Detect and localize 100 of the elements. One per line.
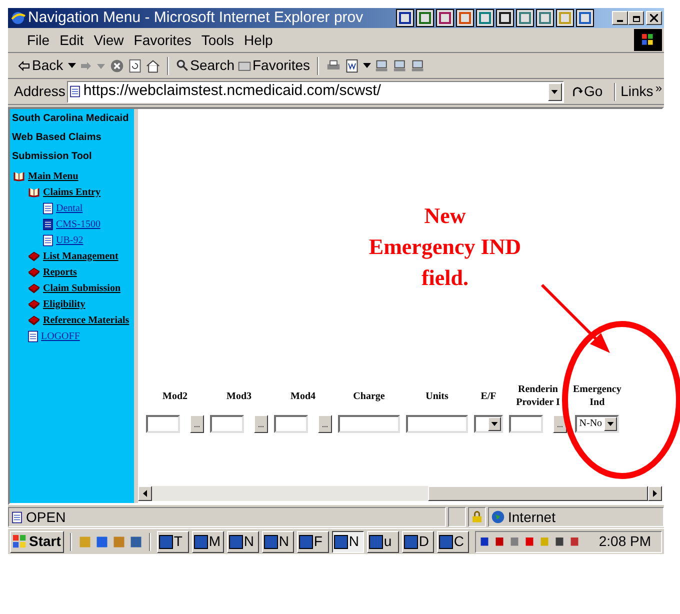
back-arrow-icon [18, 60, 30, 70]
computer-icon [375, 58, 390, 72]
menu-item[interactable]: Help [239, 30, 278, 50]
menu-item[interactable]: Edit [54, 30, 89, 50]
restore-button[interactable] [628, 11, 644, 25]
tree-link[interactable]: CMS-1500 [56, 216, 100, 232]
taskbar-button[interactable]: N [262, 530, 294, 552]
lookup-button[interactable]: ... [318, 415, 332, 433]
app-icon[interactable] [556, 9, 574, 27]
folder-icon [238, 59, 252, 72]
menu-item[interactable]: Favorites [128, 30, 196, 50]
sidebar-heading: Submission Tool [12, 150, 93, 164]
minimize-button[interactable] [612, 11, 628, 25]
text-field[interactable] [509, 415, 543, 433]
tree-link[interactable]: List Management [43, 248, 118, 264]
scroll-left-icon[interactable] [138, 486, 152, 501]
taskbar-button[interactable]: u [366, 530, 399, 552]
column-heading: Renderin Provider I [516, 383, 560, 410]
app-icon[interactable] [476, 9, 494, 27]
tree-link[interactable]: Claims Entry [43, 184, 100, 200]
select-field[interactable]: N-No [575, 415, 620, 433]
links-button[interactable]: Links [620, 81, 654, 102]
book-icon [27, 282, 41, 294]
column-heading: Units [426, 390, 448, 404]
menu-item[interactable]: Tools [196, 30, 240, 50]
open-book-icon [27, 186, 41, 198]
refresh-icon [128, 58, 142, 72]
book-icon [27, 298, 41, 310]
go-button[interactable]: Go [566, 81, 609, 102]
close-button[interactable] [646, 11, 662, 25]
home-icon [146, 58, 160, 72]
text-field[interactable] [210, 415, 244, 433]
page-icon [11, 510, 23, 524]
text-field[interactable] [274, 415, 308, 433]
open-book-icon [12, 170, 26, 182]
app-icon[interactable] [536, 9, 554, 27]
app-icon[interactable] [456, 9, 474, 27]
tree-link[interactable]: Reports [43, 264, 77, 280]
caret-icon [68, 63, 76, 68]
document-icon [345, 58, 360, 72]
taskbar-button[interactable]: C [436, 530, 469, 552]
column-heading: Emergency Ind [573, 383, 622, 410]
text-field[interactable] [146, 415, 180, 433]
app-icon[interactable] [416, 9, 434, 27]
page-icon [27, 330, 39, 342]
taskbar-button[interactable]: F [296, 530, 329, 552]
book-icon [27, 250, 41, 262]
quick-launch-icon [94, 534, 109, 548]
taskbar-button[interactable]: N [332, 530, 364, 552]
scroll-right-icon[interactable] [648, 486, 662, 501]
sidebar-heading: Web Based Claims [12, 131, 102, 145]
caret-icon [363, 63, 372, 68]
stop-icon [110, 58, 124, 72]
clock: 2:08 PM [598, 532, 651, 551]
dropdown-icon [604, 417, 618, 431]
scroll-thumb[interactable] [428, 486, 648, 501]
computer-icon [411, 58, 426, 72]
text-field[interactable] [338, 415, 400, 433]
lookup-button[interactable]: ... [190, 415, 204, 433]
taskbar-button[interactable]: T [156, 530, 189, 552]
tree-link[interactable]: Main Menu [28, 168, 78, 184]
tree-link[interactable]: UB-92 [56, 232, 84, 248]
search-icon [176, 59, 190, 72]
annotation-text: New Emergency IND field. [368, 202, 522, 292]
column-heading: Mod3 [226, 390, 252, 404]
search-button[interactable]: Search [176, 55, 234, 76]
horizontal-scrollbar[interactable] [138, 486, 662, 501]
status-panel [448, 507, 466, 527]
favorites-button[interactable]: Favorites [238, 55, 310, 76]
text-field[interactable] [406, 415, 468, 433]
back-button[interactable]: Back [18, 55, 76, 76]
app-icon[interactable] [396, 9, 414, 27]
tree-link[interactable]: Eligibility [43, 296, 86, 312]
page-icon [42, 234, 54, 246]
tree-link[interactable]: Dental [56, 200, 83, 216]
tree-link[interactable]: LOGOFF [41, 328, 80, 344]
tree-link[interactable]: Claim Submission [43, 280, 121, 296]
dropdown-icon [488, 417, 501, 431]
menu-item[interactable]: File [22, 30, 55, 50]
lookup-button[interactable]: ... [254, 415, 268, 433]
taskbar-button[interactable]: N [226, 530, 259, 552]
select-field[interactable] [474, 415, 503, 433]
tree-link[interactable]: Reference Materials [43, 312, 130, 328]
column-heading: Mod4 [290, 390, 316, 404]
menu-item[interactable]: View [88, 30, 129, 50]
column-heading: E/F [480, 390, 496, 404]
status-text: OPEN [26, 508, 66, 526]
app-icon[interactable] [516, 9, 534, 27]
taskbar-button[interactable]: M [192, 530, 224, 552]
quick-launch-icon [78, 534, 92, 548]
app-icon[interactable] [576, 9, 594, 27]
start-button[interactable]: Start [10, 530, 64, 552]
app-icon[interactable] [496, 9, 514, 27]
address-field[interactable]: https://webclaimstest.ncmedicaid.com/scwst/ [67, 80, 564, 102]
chevron-icon[interactable]: » [655, 79, 664, 97]
app-icon[interactable] [436, 9, 454, 27]
book-icon [27, 314, 41, 326]
taskbar-button[interactable]: D [402, 530, 434, 552]
dropdown-icon [548, 82, 562, 100]
page-icon [69, 85, 82, 98]
